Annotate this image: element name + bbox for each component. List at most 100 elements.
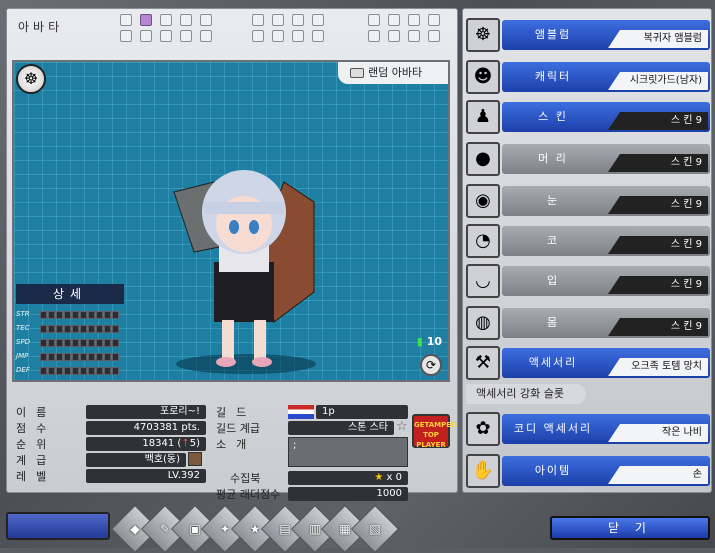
avatar-slot[interactable] [292, 14, 304, 26]
guild-flag-icon [288, 405, 314, 419]
hammer-icon[interactable]: ⚒ [466, 346, 500, 380]
equip-name: 머 리 [538, 152, 568, 165]
menu-icon: ▧ [369, 522, 381, 536]
emblem-icon[interactable]: ☸ [466, 18, 500, 52]
star-outline-icon: ☆ [396, 419, 408, 434]
equip-name: 스 킨 [538, 110, 568, 123]
butterfly-icon[interactable]: ✿ [466, 412, 500, 446]
avatar-slot[interactable] [252, 30, 264, 42]
guild-rank-value: 스톤 스타 [288, 421, 394, 435]
equip-name: 입 [546, 274, 560, 287]
detail-title: 상세 [16, 284, 124, 304]
equip-slot-11[interactable]: ✋ 아이템 손 [464, 452, 712, 490]
avatar-slot[interactable] [408, 14, 420, 26]
rotate-button[interactable]: ⟳ [420, 354, 442, 376]
equip-name: 눈 [546, 194, 560, 207]
collection-value: ★ x 0 [288, 471, 408, 485]
stat-label: STR [16, 310, 30, 318]
stat-detail: 상세 STR TEC SPD JMP DEF [16, 284, 124, 376]
equip-value: 복귀자 앰블럼 [608, 30, 708, 48]
avatar-slot[interactable] [252, 14, 264, 26]
chat-input-bar[interactable] [6, 512, 110, 540]
stat-label: JMP [16, 352, 29, 360]
avatar-slot[interactable] [388, 30, 400, 42]
collection-label: 수집북 [230, 472, 261, 485]
nose-icon[interactable]: ◔ [466, 224, 500, 258]
hand-icon[interactable]: ✋ [466, 454, 500, 488]
character-icon[interactable]: ☻ [466, 60, 500, 94]
equip-slot-6[interactable]: ◔ 코 스 킨 9 [464, 222, 712, 260]
avatar-slot[interactable] [140, 14, 152, 26]
level-label: 레벨 [16, 470, 57, 483]
equip-name: 코 [546, 234, 560, 247]
name-value: 포로리~! [86, 405, 206, 419]
equip-slot-10[interactable]: ✿ 코디 액세서리 작은 나비 [464, 410, 712, 448]
equip-name: 몸 [546, 316, 560, 329]
equip-slot-8[interactable]: ◍ 몸 스 킨 9 [464, 304, 712, 342]
guild-rank-label: 길드 계급 [216, 422, 260, 435]
hair-icon[interactable]: ● [466, 142, 500, 176]
skin-icon[interactable]: ♟ [466, 100, 500, 134]
class-value: 백호(동) [86, 453, 186, 467]
avatar-slot[interactable] [312, 30, 324, 42]
avatar-slot[interactable] [120, 14, 132, 26]
avatar-slot[interactable] [140, 30, 152, 42]
avatar-slot[interactable] [292, 30, 304, 42]
equip-name: 아이템 [534, 464, 572, 477]
avatar-slot[interactable] [180, 14, 192, 26]
class-icon [188, 452, 202, 466]
stat-row: TEC [16, 324, 124, 334]
equip-value: 스 킨 9 [608, 276, 708, 294]
stat-row: SPD [16, 338, 124, 348]
avatar-slot[interactable] [272, 14, 284, 26]
equip-value: 스 킨 9 [608, 236, 708, 254]
equip-slot-1[interactable]: ☸ 앰블럼 복귀자 앰블럼 [464, 16, 712, 54]
avatar-slot[interactable] [160, 14, 172, 26]
avatar-slot[interactable] [428, 14, 440, 26]
name-label: 이름 [16, 406, 57, 419]
avatar-slot[interactable] [180, 30, 192, 42]
close-button[interactable]: 닫 기 [550, 516, 710, 540]
equip-name: 코디 액세서리 [513, 422, 593, 435]
rank-value: 18341 (↑5) [86, 437, 206, 451]
avatar-slot[interactable] [368, 14, 380, 26]
avatar-slot[interactable] [200, 30, 212, 42]
mouth-icon[interactable]: ◡ [466, 264, 500, 298]
body-icon[interactable]: ◍ [466, 306, 500, 340]
guild-label: 길드 [216, 406, 257, 419]
score-value: 4703381 pts. [86, 421, 206, 435]
avatar-slot[interactable] [388, 14, 400, 26]
score-label: 점수 [16, 422, 57, 435]
level-value: LV.392 [86, 469, 206, 483]
equip-value: 스 킨 9 [608, 154, 708, 172]
equip-slot-3[interactable]: ♟ 스 킨 스 킨 9 [464, 98, 712, 136]
stat-row: JMP [16, 352, 124, 362]
equip-slot-9[interactable]: ⚒ 액세서리 오크족 토템 망치 [464, 344, 712, 382]
equip-name: 캐릭터 [534, 70, 572, 83]
stat-row: DEF [16, 366, 124, 376]
avatar-slot[interactable] [200, 14, 212, 26]
avatar-slot[interactable] [120, 30, 132, 42]
equip-value: 시크릿가드(남자) [608, 72, 708, 90]
avatar-slot[interactable] [428, 30, 440, 42]
equip-slot-4[interactable]: ● 머 리 스 킨 9 [464, 140, 712, 178]
equip-value: 손 [608, 466, 708, 484]
avatar-slot[interactable] [160, 30, 172, 42]
rank-label: 순위 [16, 438, 57, 451]
equip-value: 스 킨 9 [608, 318, 708, 336]
avatar-slot-grid [120, 14, 452, 46]
stat-label: TEC [16, 324, 30, 332]
avatar-slot[interactable] [272, 30, 284, 42]
avatar-preview: ☸ 랜덤 아바타 상세 STR TEC SPD JMP DEF ▮ 10 ⟳ [12, 60, 450, 382]
avatar-slot[interactable] [312, 14, 324, 26]
equip-value: 오크족 토템 망치 [608, 358, 708, 376]
guild-value: 1p [316, 405, 408, 419]
equip-slot-2[interactable]: ☻ 캐릭터 시크릿가드(남자) [464, 58, 712, 96]
avatar-slot[interactable] [368, 30, 380, 42]
star-icon: ★ [374, 472, 384, 483]
avatar-slot[interactable] [408, 30, 420, 42]
equip-slot-5[interactable]: ◉ 눈 스 킨 9 [464, 182, 712, 220]
eye-icon[interactable]: ◉ [466, 184, 500, 218]
equip-name: 액세서리 [528, 356, 578, 369]
equip-slot-7[interactable]: ◡ 입 스 킨 9 [464, 262, 712, 300]
